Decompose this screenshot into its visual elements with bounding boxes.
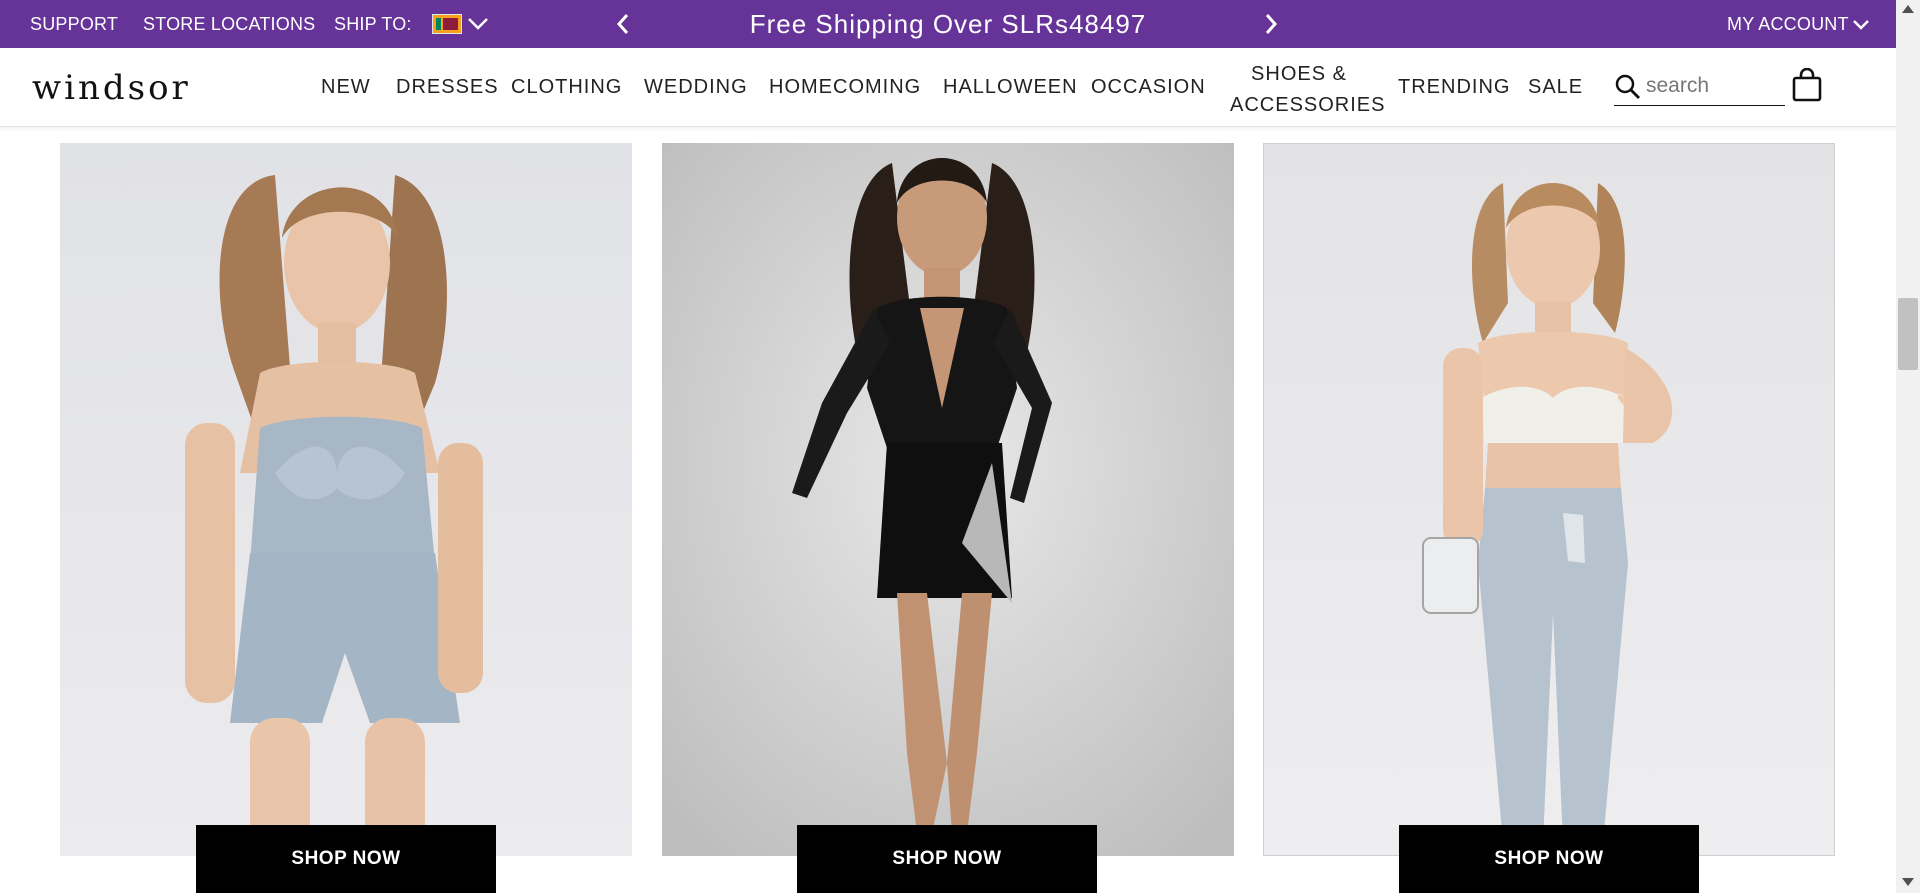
store-locations-link[interactable]: STORE LOCATIONS bbox=[143, 0, 315, 48]
support-link[interactable]: SUPPORT bbox=[30, 0, 118, 48]
promo-message: Free Shipping Over SLRs48497 bbox=[749, 9, 1147, 39]
scroll-up-icon[interactable] bbox=[1901, 4, 1915, 14]
shop-now-button[interactable]: SHOP NOW bbox=[1399, 825, 1699, 893]
nav-homecoming[interactable]: HOMECOMING bbox=[769, 76, 921, 99]
nav-new[interactable]: NEW bbox=[321, 76, 371, 99]
nav-dresses[interactable]: DRESSES bbox=[396, 76, 499, 99]
chevron-right-icon bbox=[1265, 14, 1278, 34]
shopping-bag-icon[interactable] bbox=[1792, 68, 1822, 102]
product-card[interactable] bbox=[1263, 143, 1835, 856]
nav-accessories-label: ACCESSORIES bbox=[1230, 94, 1386, 116]
nav-shoes-accessories[interactable]: SHOES & ACCESSORIES bbox=[1230, 59, 1386, 121]
promo-bar: SUPPORT STORE LOCATIONS SHIP TO: Free Sh… bbox=[0, 0, 1896, 48]
chevron-left-icon bbox=[616, 14, 629, 34]
shop-now-button[interactable]: SHOP NOW bbox=[797, 825, 1097, 893]
promo-prev-button[interactable] bbox=[611, 12, 635, 36]
scroll-down-icon[interactable] bbox=[1901, 877, 1915, 887]
product-image[interactable] bbox=[1263, 143, 1835, 856]
product-image[interactable] bbox=[662, 143, 1234, 856]
nav-wedding[interactable]: WEDDING bbox=[644, 76, 748, 99]
nav-clothing[interactable]: CLOTHING bbox=[511, 76, 622, 99]
product-image[interactable] bbox=[60, 143, 632, 856]
shop-now-button[interactable]: SHOP NOW bbox=[196, 825, 496, 893]
search-box[interactable] bbox=[1614, 68, 1785, 106]
scrollbar-track[interactable] bbox=[1896, 0, 1920, 893]
site-header: windsor NEW DRESSES CLOTHING WEDDING HOM… bbox=[0, 48, 1896, 127]
nav-trending[interactable]: TRENDING bbox=[1398, 76, 1510, 99]
nav-occasion[interactable]: OCCASION bbox=[1091, 76, 1206, 99]
flag-icon[interactable] bbox=[432, 14, 462, 34]
nav-sale[interactable]: SALE bbox=[1528, 76, 1583, 99]
product-card[interactable] bbox=[60, 143, 632, 856]
chevron-down-icon[interactable] bbox=[1849, 13, 1873, 37]
nav-halloween[interactable]: HALLOWEEN bbox=[943, 76, 1078, 99]
search-icon[interactable] bbox=[1614, 73, 1642, 101]
ship-to-label[interactable]: SHIP TO: bbox=[334, 0, 412, 48]
promo-next-button[interactable] bbox=[1259, 12, 1283, 36]
product-card[interactable] bbox=[662, 143, 1234, 856]
chevron-down-icon[interactable] bbox=[466, 12, 490, 36]
scrollbar-thumb[interactable] bbox=[1898, 298, 1918, 370]
search-input[interactable] bbox=[1646, 72, 1780, 100]
nav-shoes-label: SHOES & bbox=[1251, 63, 1347, 85]
site-logo[interactable]: windsor bbox=[32, 68, 191, 108]
my-account-link[interactable]: MY ACCOUNT bbox=[1727, 0, 1849, 48]
